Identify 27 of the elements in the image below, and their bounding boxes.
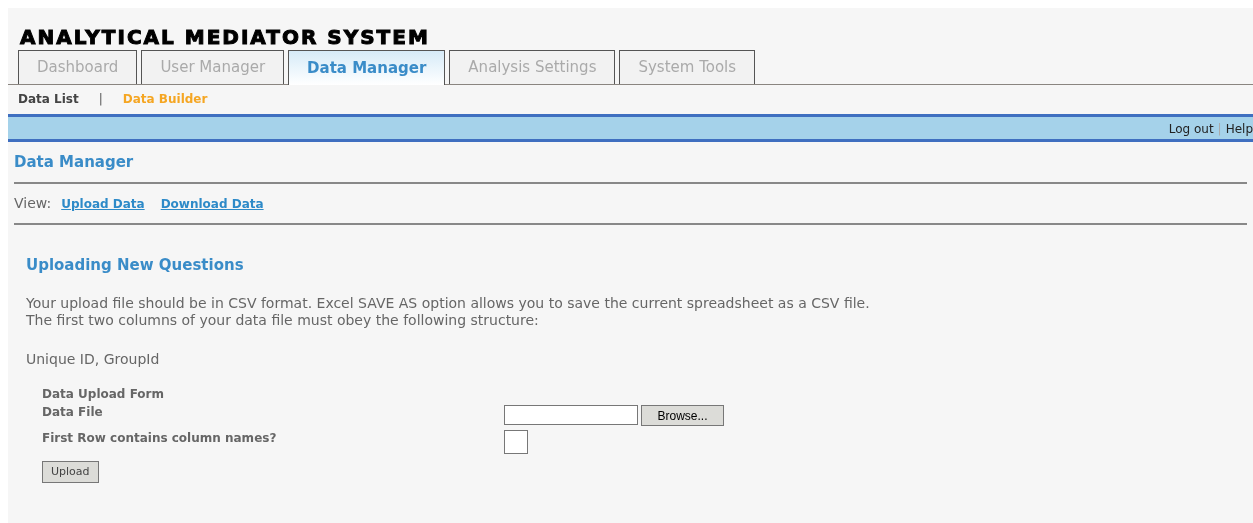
app-title: ANALYTICAL MEDIATOR SYSTEM [20, 25, 430, 49]
page-title: Data Manager [14, 151, 134, 173]
view-link[interactable]: Download Data [160, 194, 264, 213]
tab[interactable]: User Manager [141, 50, 285, 84]
tab[interactable]: Analysis Settings [449, 50, 616, 84]
tab[interactable]: System Tools [619, 50, 756, 84]
description-text: The first two columns of your data file must obey the following structure: [26, 312, 539, 328]
checkbox[interactable] [504, 430, 528, 454]
tab[interactable]: Dashboard [18, 50, 138, 84]
browse-button[interactable]: Browse... [641, 405, 724, 426]
view-link[interactable]: Upload Data [61, 194, 145, 213]
tab[interactable]: Data Manager [288, 50, 446, 85]
top-link[interactable]: Log out [1168, 120, 1214, 138]
file-path-field[interactable] [504, 405, 638, 425]
upload-button[interactable]: Upload [42, 461, 99, 483]
top-link[interactable]: Help [1225, 120, 1253, 138]
sub-nav-link[interactable]: Data Builder [122, 90, 208, 108]
field-label: Data File [42, 405, 103, 419]
form-title: Data Upload Form [42, 387, 164, 401]
separator: | [98, 91, 103, 108]
checkbox-label: First Row contains column names? [42, 431, 277, 445]
section-heading: Uploading New Questions [26, 256, 244, 274]
view-label: View: [14, 194, 52, 213]
description-text: Your upload file should be in CSV format. Excel SAVE AS option allows you to save the current spreadsheet as a CSV file. [26, 295, 870, 311]
separator: | [1217, 121, 1222, 138]
sub-nav-link[interactable]: Data List [18, 90, 79, 108]
structure-text: Unique ID, GroupId [26, 351, 160, 367]
